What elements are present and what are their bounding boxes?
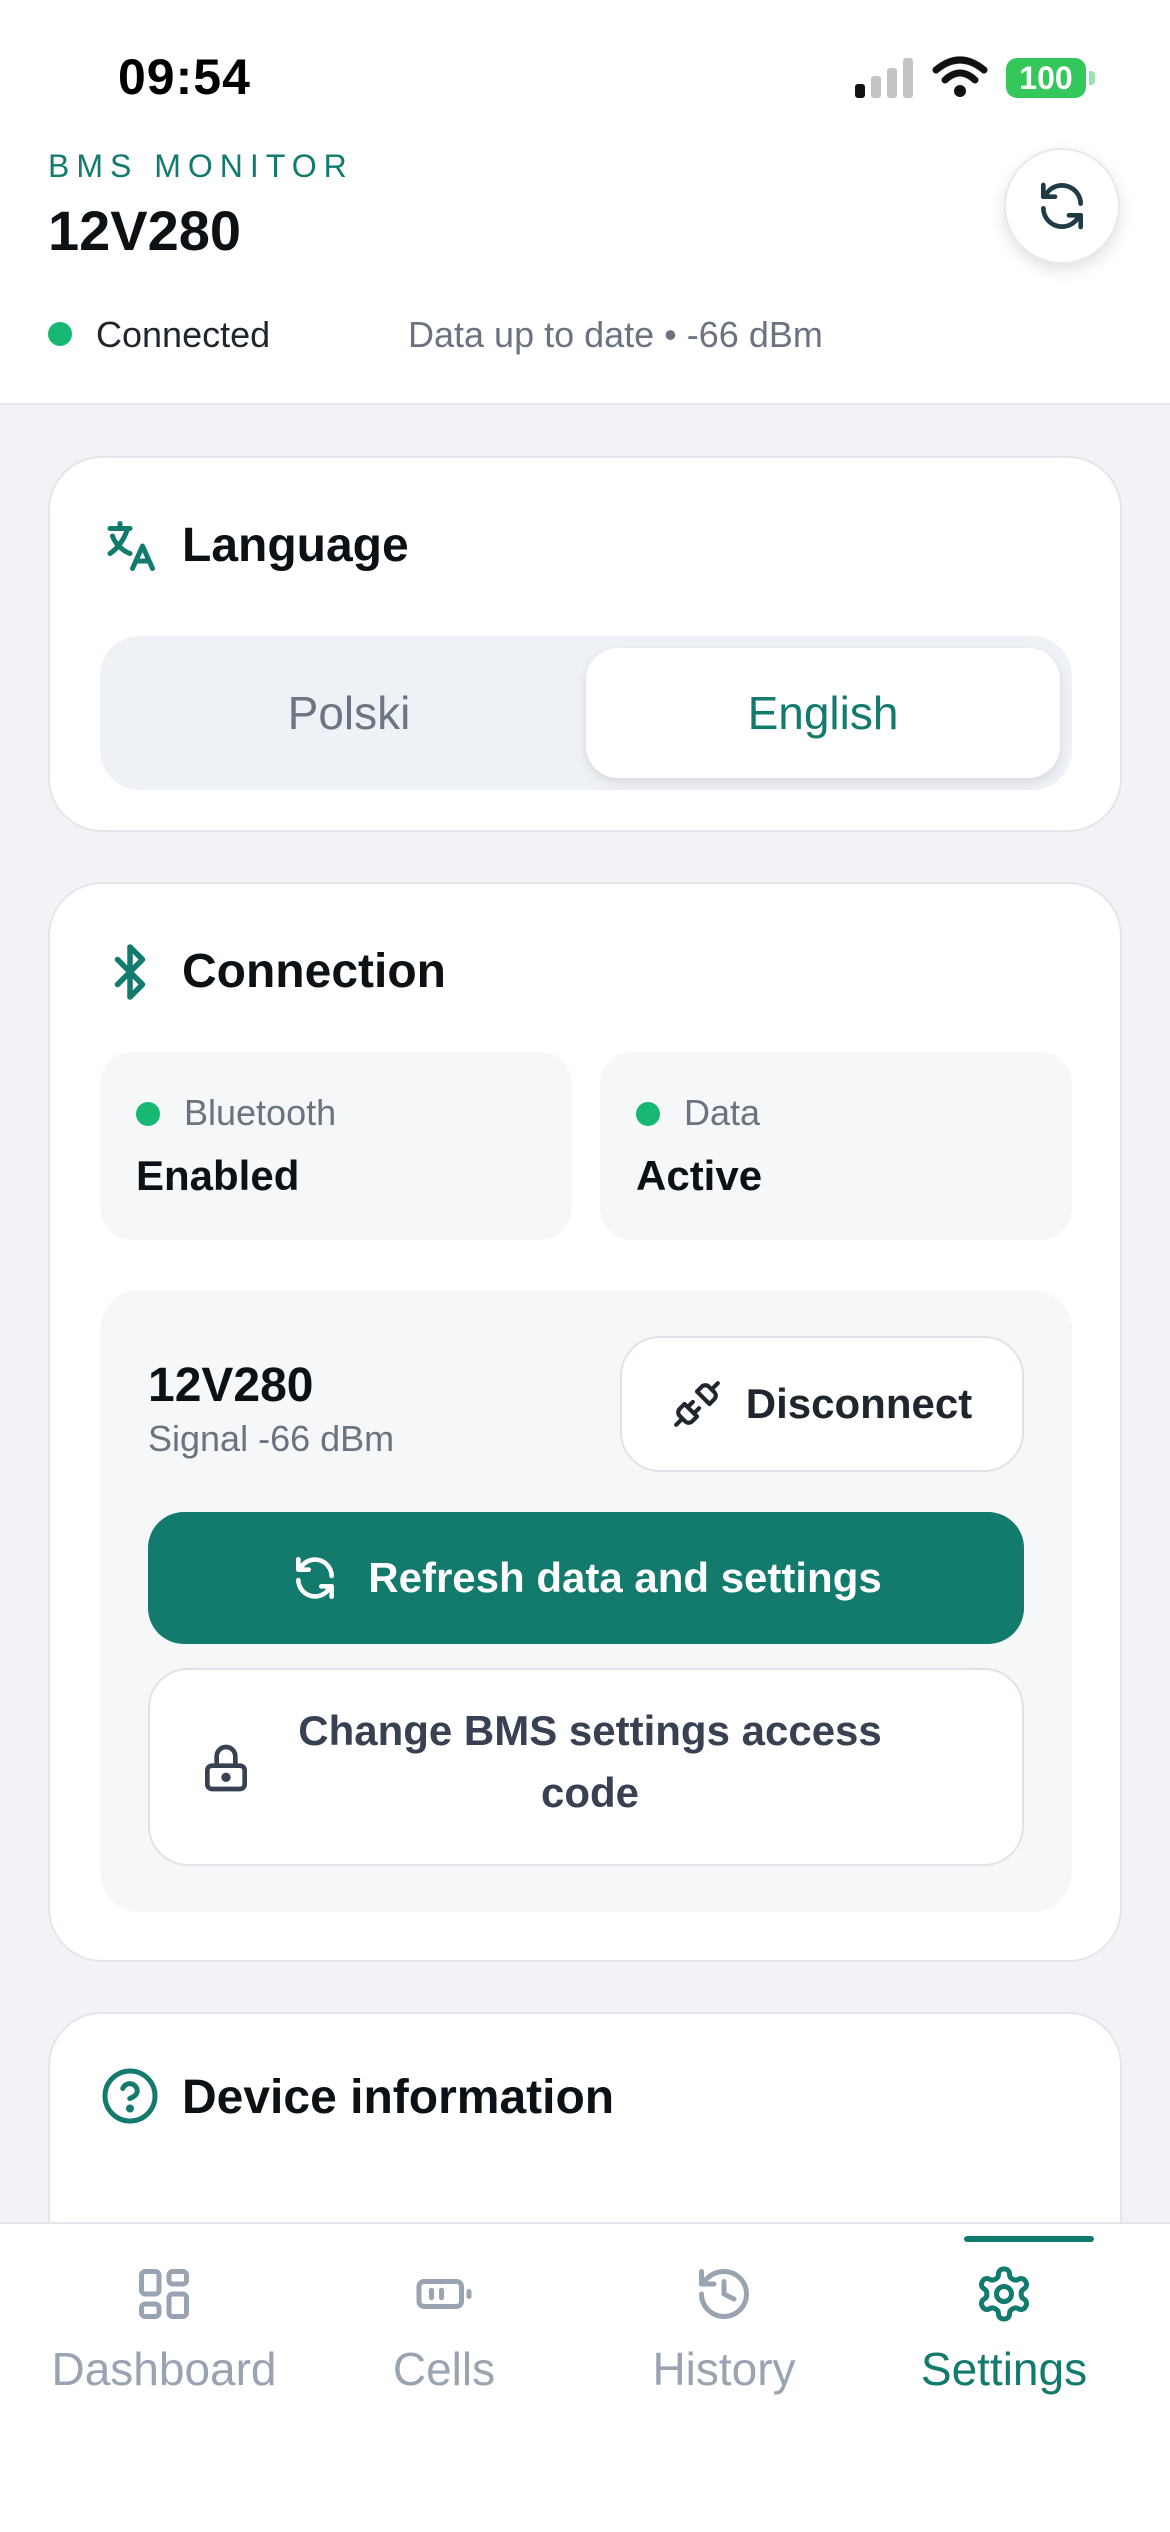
tab-history[interactable]: History — [578, 2224, 870, 2424]
data-status-tile: Data Active — [600, 1052, 1072, 1240]
change-access-code-label: Change BMS settings access code — [298, 1707, 882, 1816]
tab-history-label: History — [652, 2343, 796, 2395]
tab-settings-label: Settings — [920, 2343, 1088, 2395]
disconnect-label: Disconnect — [745, 1380, 973, 1427]
language-card-title: Language — [182, 519, 409, 572]
lock-icon — [205, 1744, 247, 1792]
page-title: 12V280 — [48, 199, 242, 262]
translate-icon — [107, 521, 155, 571]
bottom-tab-bar: Dashboard Cells History Settings — [0, 2222, 1170, 2532]
brand-label: BMS MONITOR — [48, 148, 354, 184]
refresh-button[interactable] — [1004, 148, 1120, 264]
bluetooth-status-dot — [136, 1102, 160, 1126]
change-access-code-button[interactable]: Change BMS settings access code — [148, 1668, 1024, 1866]
battery-indicator: 100 — [1006, 58, 1086, 98]
tab-dashboard[interactable]: Dashboard — [18, 2224, 310, 2424]
device-name: 12V280 — [148, 1359, 314, 1412]
app-header: 09:54 100 BMS MONITOR 12V280 Connected D… — [0, 0, 1170, 405]
device-info-card-title: Device information — [182, 2071, 615, 2124]
tab-cells[interactable]: Cells — [298, 2224, 590, 2424]
bluetooth-value: Enabled — [136, 1152, 300, 1199]
status-time: 09:54 — [118, 49, 251, 105]
tab-cells-label: Cells — [392, 2343, 496, 2395]
connection-info: Data up to date • -66 dBm — [408, 314, 823, 355]
connection-status: Connected — [96, 314, 271, 355]
refresh-data-label: Refresh data and settings — [368, 1554, 882, 1601]
help-circle-icon — [102, 2068, 158, 2124]
history-icon — [699, 2269, 749, 2319]
connection-card: Connection Bluetooth Enabled Data Active… — [48, 882, 1122, 1962]
disconnect-button[interactable]: Disconnect — [620, 1336, 1024, 1472]
data-status-dot — [636, 1102, 660, 1126]
bluetooth-icon — [114, 944, 146, 1000]
tab-dashboard-label: Dashboard — [51, 2343, 277, 2395]
unplug-icon — [673, 1381, 720, 1427]
bluetooth-label: Bluetooth — [184, 1092, 337, 1133]
battery-tip — [1089, 71, 1095, 85]
cellular-signal-icon — [855, 58, 913, 98]
device-signal: Signal -66 dBm — [148, 1418, 395, 1459]
wifi-icon — [932, 56, 988, 97]
language-option-english[interactable]: English — [586, 648, 1060, 778]
connection-status-dot — [48, 322, 72, 346]
connection-card-title: Connection — [182, 945, 446, 998]
language-option-polski[interactable]: Polski — [112, 648, 586, 778]
battery-icon — [416, 2279, 472, 2309]
data-value: Active — [636, 1152, 763, 1199]
refresh-icon — [296, 1556, 335, 1600]
connected-device-panel: 12V280 Signal -66 dBm Disconnect Refresh… — [100, 1290, 1072, 1912]
refresh-data-button[interactable]: Refresh data and settings — [148, 1512, 1024, 1644]
language-card: Language Polski English — [48, 456, 1122, 832]
tab-settings[interactable]: Settings — [858, 2224, 1150, 2424]
data-label: Data — [684, 1092, 761, 1133]
gear-icon — [978, 2266, 1030, 2322]
language-toggle: Polski English — [100, 636, 1072, 790]
grid-icon — [139, 2269, 189, 2319]
refresh-icon — [1041, 182, 1083, 230]
bluetooth-status-tile: Bluetooth Enabled — [100, 1052, 572, 1240]
